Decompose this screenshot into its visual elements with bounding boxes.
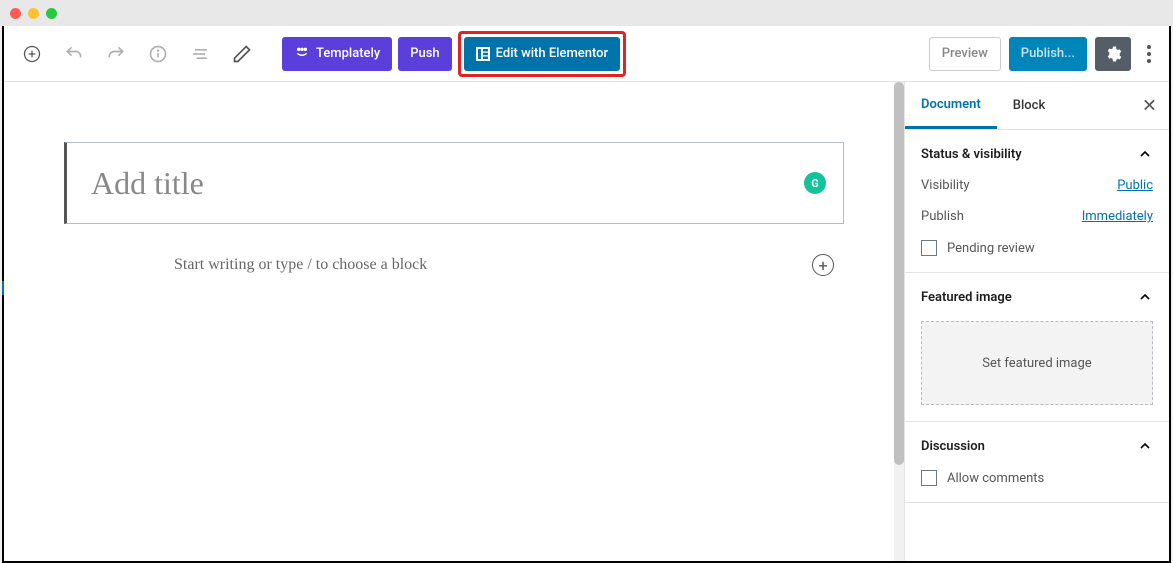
- discussion-panel-header[interactable]: Discussion: [905, 422, 1169, 470]
- templately-icon: [294, 44, 310, 64]
- publish-label: Publish: [921, 209, 964, 224]
- publish-button[interactable]: Publish...: [1009, 37, 1087, 71]
- tab-block[interactable]: Block: [997, 82, 1061, 129]
- grammarly-icon[interactable]: G: [804, 172, 826, 194]
- outline-icon[interactable]: [182, 36, 218, 72]
- allow-comments-checkbox[interactable]: [921, 470, 937, 486]
- window-minimize-dot[interactable]: [28, 8, 39, 19]
- publish-value-link[interactable]: Immediately: [1082, 209, 1153, 224]
- pending-review-label: Pending review: [947, 241, 1035, 256]
- push-button[interactable]: Push: [398, 37, 451, 71]
- add-block-icon[interactable]: [14, 36, 50, 72]
- visibility-label: Visibility: [921, 178, 970, 193]
- window-close-dot[interactable]: [10, 8, 21, 19]
- content-placeholder[interactable]: Start writing or type / to choose a bloc…: [174, 256, 427, 274]
- edit-with-elementor-button[interactable]: Edit with Elementor: [464, 37, 620, 71]
- status-panel-title: Status & visibility: [921, 147, 1022, 162]
- settings-sidebar: Document Block ✕ Status & visibility Vis…: [904, 82, 1169, 561]
- set-featured-image-button[interactable]: Set featured image: [921, 321, 1153, 405]
- undo-icon[interactable]: [56, 36, 92, 72]
- more-menu-icon[interactable]: [1139, 45, 1159, 63]
- featured-panel-header[interactable]: Featured image: [905, 273, 1169, 321]
- close-sidebar-icon[interactable]: ✕: [1142, 95, 1157, 116]
- elementor-label: Edit with Elementor: [496, 46, 608, 61]
- editor-area: G Start writing or type / to choose a bl…: [4, 82, 904, 561]
- gear-icon: [1104, 45, 1122, 63]
- featured-panel-title: Featured image: [921, 290, 1012, 305]
- elementor-highlight: Edit with Elementor: [458, 31, 626, 77]
- title-input[interactable]: [64, 142, 844, 224]
- top-toolbar: Templately Push Edit with Elementor Prev…: [4, 26, 1169, 82]
- info-icon[interactable]: [140, 36, 176, 72]
- edit-icon[interactable]: [224, 36, 260, 72]
- templately-button[interactable]: Templately: [282, 37, 392, 71]
- elementor-icon: [476, 47, 490, 61]
- tab-document[interactable]: Document: [905, 82, 997, 129]
- status-panel-header[interactable]: Status & visibility: [905, 130, 1169, 178]
- browser-chrome: [0, 0, 1173, 26]
- preview-label: Preview: [942, 46, 988, 61]
- chevron-up-icon: [1137, 146, 1153, 162]
- discussion-panel-title: Discussion: [921, 439, 985, 454]
- push-label: Push: [410, 46, 439, 61]
- redo-icon[interactable]: [98, 36, 134, 72]
- preview-button[interactable]: Preview: [929, 37, 1001, 71]
- editor-scrollbar[interactable]: [894, 82, 904, 561]
- templately-label: Templately: [316, 46, 380, 61]
- chevron-up-icon: [1137, 289, 1153, 305]
- settings-button[interactable]: [1095, 37, 1131, 71]
- chevron-up-icon: [1137, 438, 1153, 454]
- publish-label: Publish...: [1021, 46, 1075, 61]
- allow-comments-label: Allow comments: [947, 471, 1044, 486]
- status-visibility-panel: Status & visibility Visibility Public Pu…: [905, 130, 1169, 273]
- add-block-inline-icon[interactable]: +: [812, 254, 834, 276]
- visibility-value-link[interactable]: Public: [1117, 178, 1153, 193]
- discussion-panel: Discussion Allow comments: [905, 422, 1169, 503]
- featured-image-panel: Featured image Set featured image: [905, 273, 1169, 422]
- window-maximize-dot[interactable]: [46, 8, 57, 19]
- pending-review-checkbox[interactable]: [921, 240, 937, 256]
